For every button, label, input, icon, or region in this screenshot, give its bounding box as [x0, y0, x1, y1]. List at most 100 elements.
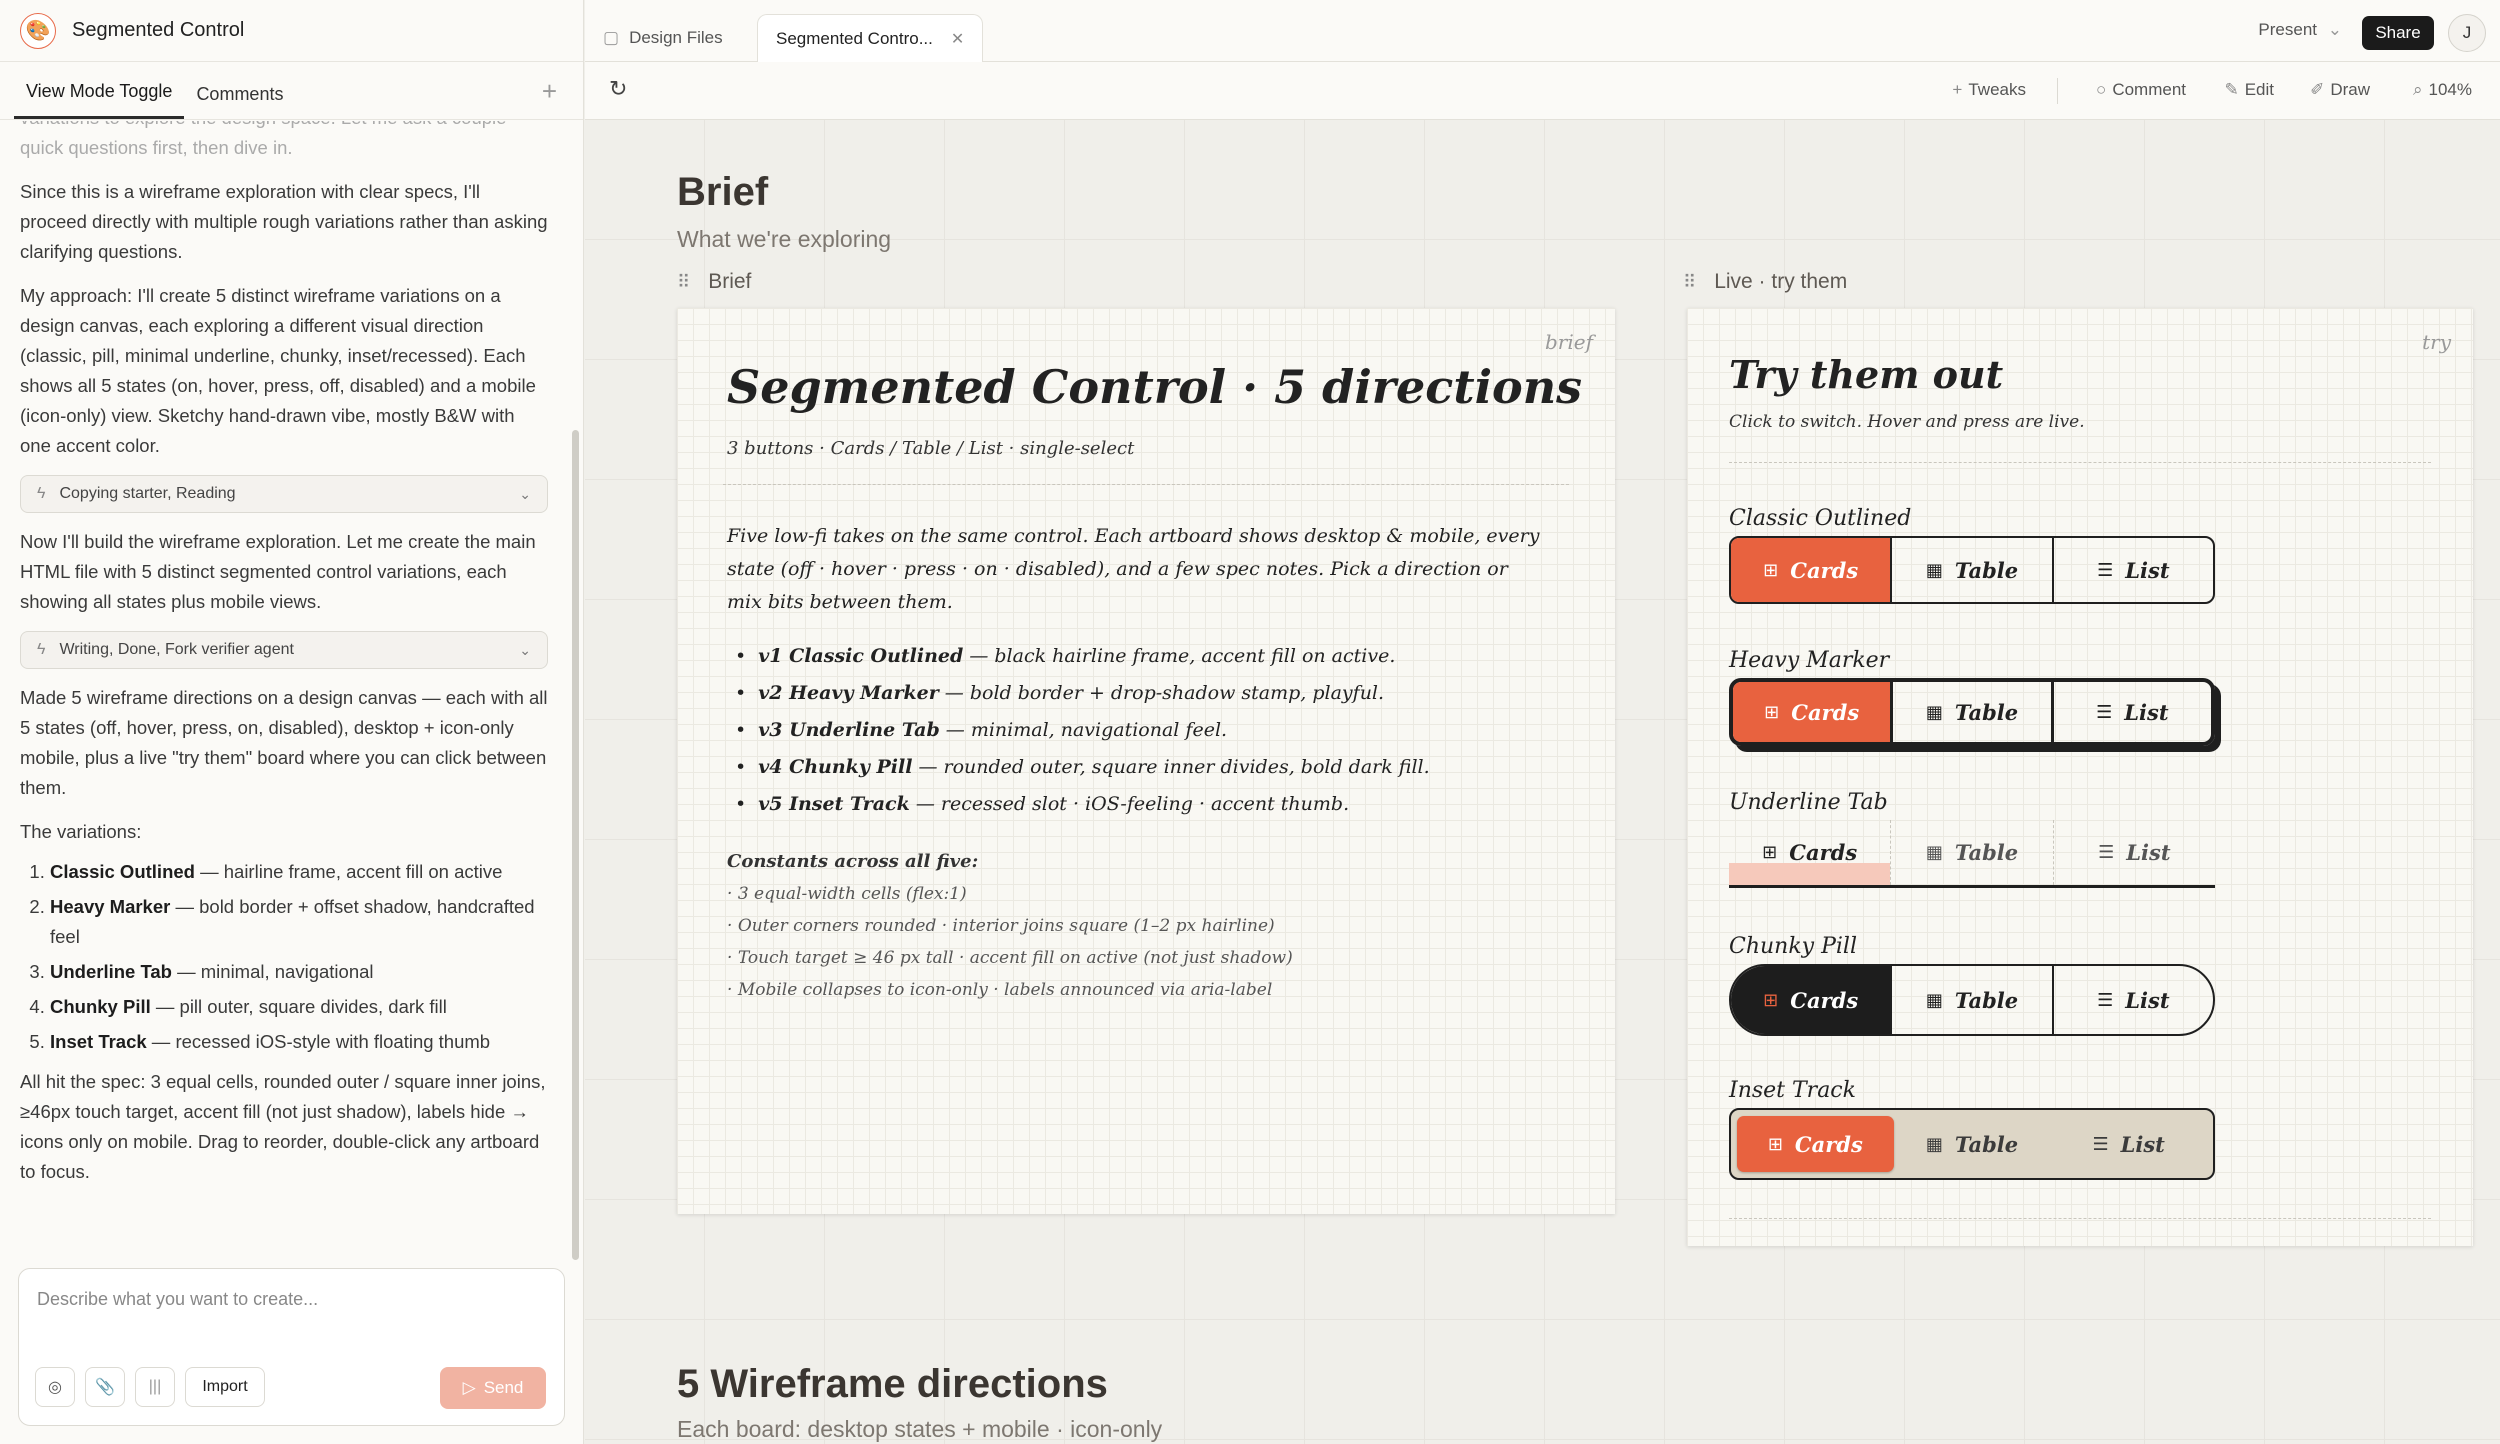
settings-icon[interactable]: ◎ — [35, 1367, 75, 1407]
live-artboard[interactable]: try Try them out Click to switch. Hover … — [1687, 308, 2473, 1246]
section-subtitle: What we're exploring — [677, 226, 892, 252]
tab-comments[interactable]: Comments — [184, 84, 295, 119]
design-canvas[interactable]: Brief What we're exploring ⠿ Brief ⠿ Live … — [585, 120, 2500, 1444]
share-button[interactable]: Share — [2362, 16, 2434, 50]
segment-cards[interactable]: ⊞ Cards — [1731, 538, 1891, 602]
direction-desc: — black hairline frame, accent fill on a… — [963, 645, 1396, 667]
comment-label: Comment — [2112, 80, 2186, 99]
direction-desc: — recessed slot · iOS-feeling · accent t… — [909, 793, 1350, 815]
pencil-icon: ✎ — [2224, 80, 2239, 99]
segment-label: Table — [1954, 1131, 2019, 1157]
tab-label: Segmented Contro... — [776, 28, 933, 48]
constants-block: Constants across all five: 3 equal-width… — [727, 846, 1567, 1006]
draw-button[interactable]: ✐ Draw — [2310, 80, 2370, 100]
section-subtitle: Each board: desktop states + mobile · ic… — [677, 1416, 1163, 1442]
chevron-down-icon: ⌄ — [2327, 20, 2342, 39]
tool-call-pill[interactable]: ϟ Copying starter, Reading ⌄ — [20, 475, 548, 513]
send-label: Send — [483, 1378, 524, 1397]
dashed-divider — [1729, 1218, 2431, 1219]
refresh-icon[interactable]: ↻ — [609, 76, 627, 102]
drag-handle-icon[interactable]: ⠿ — [677, 272, 690, 293]
segment-table[interactable]: ▦ Table — [1890, 820, 2052, 885]
tab-segmented-control[interactable]: Segmented Contro... ✕ — [757, 14, 984, 62]
list-icon: ☰ — [2092, 1133, 2109, 1155]
segment-list[interactable]: ☰ List — [2052, 820, 2215, 885]
brief-intro: Five low-fi takes on the same control. E… — [727, 525, 1540, 613]
tab-design-files[interactable]: ▢ Design Files — [585, 14, 741, 62]
zoom-level: 104% — [2428, 80, 2472, 99]
table-icon: ▦ — [1925, 559, 1943, 581]
variation-desc: — recessed iOS-style with floating thumb — [146, 1031, 491, 1052]
chat-scrollbar[interactable] — [572, 430, 579, 1260]
attach-icon[interactable]: 📎 — [85, 1367, 125, 1407]
audio-icon[interactable]: ||| — [135, 1367, 175, 1407]
chat-panel: 🎨 Segmented Control View Mode Toggle Com… — [0, 0, 584, 1444]
cards-icon: ⊞ — [1763, 989, 1779, 1011]
variation-name: Heavy Marker — [50, 896, 171, 917]
plus-icon[interactable]: + — [542, 76, 557, 107]
segment-cards[interactable]: ⊞ Cards — [1729, 820, 1890, 885]
chevron-down-icon: ⌄ — [519, 486, 531, 502]
brief-artboard[interactable]: brief Segmented Control · 5 directions 3… — [677, 308, 1615, 1214]
segment-cards[interactable]: ⊞ Cards — [1733, 682, 1891, 742]
zoom-control[interactable]: ⌕ 104% — [2413, 80, 2472, 100]
segment-table[interactable]: ▦ Table — [1890, 538, 2051, 602]
close-icon[interactable]: ✕ — [951, 29, 964, 49]
tab-label: Design Files — [629, 28, 723, 47]
dashed-divider — [723, 484, 1569, 485]
tweaks-button[interactable]: + Tweaks — [1952, 80, 2026, 100]
palette-icon[interactable]: 🎨 — [20, 12, 56, 49]
chevron-down-icon: ⌄ — [519, 642, 531, 658]
edit-button[interactable]: ✎ Edit — [2224, 80, 2274, 100]
tab-view-mode-toggle[interactable]: View Mode Toggle — [14, 81, 185, 119]
pen-icon: ✐ — [2310, 80, 2325, 99]
edit-label: Edit — [2244, 80, 2274, 99]
artboard-name: Live · try them — [1714, 270, 1848, 293]
chat-message: Made 5 wireframe directions on a design … — [20, 687, 548, 798]
comment-icon: ○ — [2096, 80, 2107, 99]
list-item: Chunky Pill — pill outer, square divides… — [50, 992, 548, 1022]
tool-call-label: Writing, Done, Fork verifier agent — [59, 641, 294, 658]
artboard-label-brief[interactable]: ⠿ Brief — [677, 270, 751, 294]
segment-label: List — [2125, 987, 2170, 1013]
comment-button[interactable]: ○ Comment — [2096, 80, 2186, 100]
avatar[interactable]: J — [2448, 14, 2486, 52]
tool-call-pill[interactable]: ϟ Writing, Done, Fork verifier agent ⌄ — [20, 631, 548, 669]
segment-label: Cards — [1791, 699, 1860, 725]
segment-list[interactable]: ☰ List — [2050, 1116, 2207, 1172]
segment-label: List — [2125, 557, 2170, 583]
present-label: Present — [2258, 20, 2318, 39]
panel-header: 🎨 Segmented Control — [0, 0, 583, 62]
segment-table[interactable]: ▦ Table — [1894, 1116, 2051, 1172]
segment-list[interactable]: ☰ List — [2051, 538, 2213, 602]
segment-table[interactable]: ▦ Table — [1890, 966, 2051, 1034]
list-item: v2 Heavy Marker — bold border + drop-sha… — [727, 675, 1567, 712]
artboard-label-live[interactable]: ⠿ Live · try them — [1683, 270, 1847, 294]
send-button[interactable]: ▷ Send — [440, 1367, 546, 1409]
segment-cards[interactable]: ⊞ Cards — [1737, 1116, 1894, 1172]
list-icon: ☰ — [2097, 559, 2114, 581]
variations-list: Classic Outlined — hairline frame, accen… — [20, 857, 548, 1057]
chat-message: Since this is a wireframe exploration wi… — [20, 181, 548, 262]
direction-name: v2 Heavy Marker — [758, 682, 939, 704]
variation-name: Chunky Pill — [50, 996, 151, 1017]
present-button[interactable]: Present ⌄ — [2258, 20, 2342, 40]
segment-label: List — [2126, 840, 2171, 865]
segment-cards[interactable]: ⊞ Cards — [1731, 966, 1891, 1034]
direction-desc: — minimal, navigational feel. — [939, 719, 1228, 741]
prompt-input[interactable]: Describe what you want to create... — [37, 1289, 318, 1310]
direction-desc: — bold border + drop-shadow stamp, playf… — [938, 682, 1385, 704]
segment-table[interactable]: ▦ Table — [1890, 682, 2050, 742]
segment-list[interactable]: ☰ List — [2050, 682, 2211, 742]
constants-title: Constants across all five: — [727, 851, 979, 872]
segmented-control-underline: ⊞ Cards ▦ Table ☰ List — [1729, 820, 2215, 888]
segment-label: Table — [1954, 557, 2019, 583]
import-button[interactable]: Import — [185, 1367, 265, 1407]
segmented-control-classic: ⊞ Cards ▦ Table ☰ List — [1729, 536, 2215, 604]
cards-icon: ⊞ — [1762, 842, 1778, 863]
list-item: Classic Outlined — hairline frame, accen… — [50, 857, 548, 887]
brief-subtitle: 3 buttons · Cards / Table / List · singl… — [727, 438, 1135, 459]
segment-list[interactable]: ☰ List — [2051, 966, 2213, 1034]
drag-handle-icon[interactable]: ⠿ — [1683, 272, 1696, 293]
project-title: Segmented Control — [72, 19, 245, 41]
